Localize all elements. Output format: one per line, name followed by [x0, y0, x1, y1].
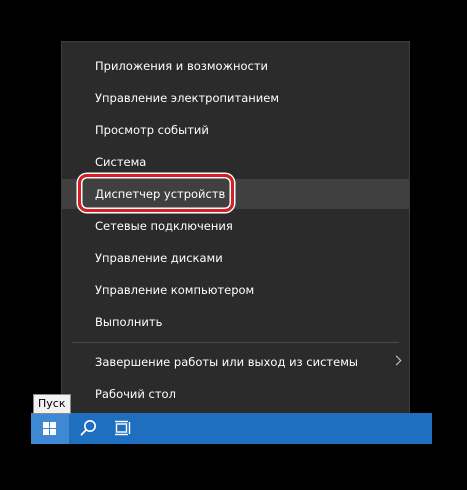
chevron-right-icon — [391, 355, 402, 366]
menu-item-label: Сетевые подключения — [95, 219, 233, 233]
menu-item-label: Просмотр событий — [95, 123, 209, 137]
device-manager-highlight-ring — [78, 174, 234, 212]
menu-item-computer-management[interactable]: Управление компьютером — [62, 277, 409, 303]
menu-divider — [72, 342, 399, 343]
taskbar — [31, 413, 432, 444]
windows-start-icon — [43, 422, 57, 436]
start-button[interactable] — [31, 413, 69, 444]
winx-context-menu: Приложения и возможности Управление элек… — [61, 41, 410, 416]
menu-item-power-options[interactable]: Управление электропитанием — [62, 85, 409, 111]
screenshot-stage: Приложения и возможности Управление элек… — [0, 0, 467, 490]
menu-item-label: Управление компьютером — [95, 283, 255, 297]
menu-item-label: Система — [95, 155, 147, 169]
menu-item-label: Управление дисками — [95, 251, 223, 265]
menu-item-desktop[interactable]: Рабочий стол — [62, 381, 409, 407]
menu-item-shutdown-signout[interactable]: Завершение работы или выход из системы — [62, 349, 409, 375]
menu-item-label: Управление электропитанием — [95, 91, 279, 105]
menu-item-label: Приложения и возможности — [95, 59, 268, 73]
task-view-icon — [115, 420, 131, 436]
menu-item-apps-features[interactable]: Приложения и возможности — [62, 53, 409, 79]
menu-item-label: Выполнить — [95, 315, 163, 329]
tooltip-text: Пуск — [38, 397, 66, 410]
task-view-button[interactable] — [107, 413, 137, 444]
menu-item-event-viewer[interactable]: Просмотр событий — [62, 117, 409, 143]
menu-item-network-connections[interactable]: Сетевые подключения — [62, 213, 409, 239]
menu-item-label: Рабочий стол — [95, 387, 176, 401]
menu-item-label: Завершение работы или выход из системы — [95, 355, 358, 369]
search-icon — [80, 420, 96, 436]
menu-item-system[interactable]: Система — [62, 149, 409, 175]
menu-item-disk-management[interactable]: Управление дисками — [62, 245, 409, 271]
start-tooltip: Пуск — [33, 394, 71, 414]
search-button[interactable] — [73, 413, 103, 444]
menu-item-run[interactable]: Выполнить — [62, 309, 409, 335]
